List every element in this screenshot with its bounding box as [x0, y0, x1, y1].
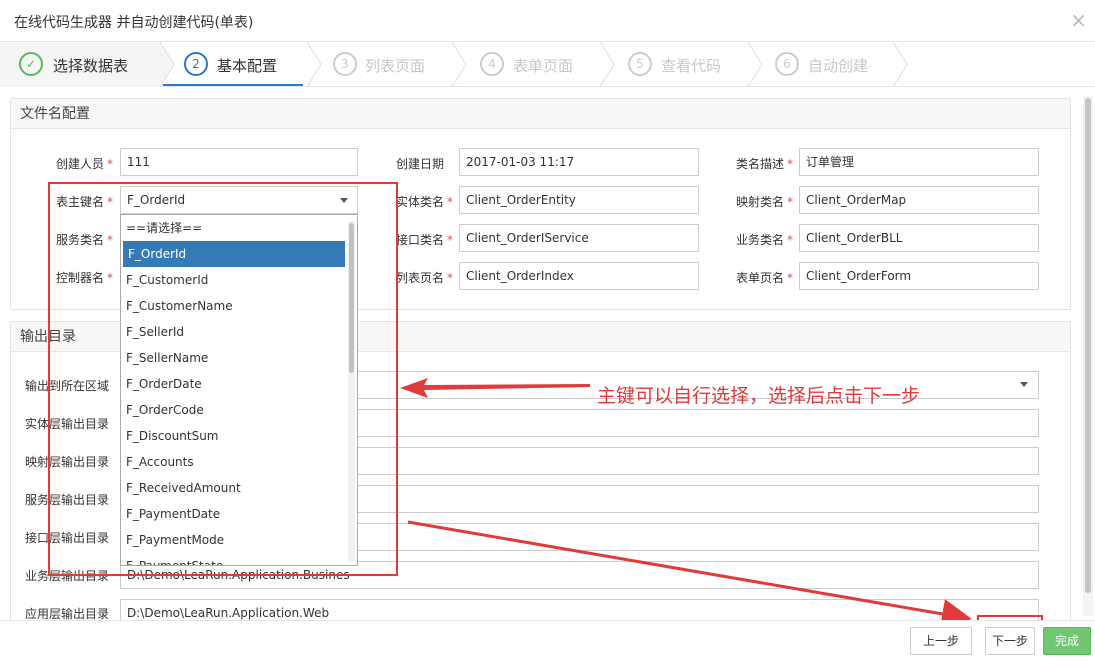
step-label: 选择数据表: [53, 57, 129, 75]
step-select-table[interactable]: ✓ 选择数据表: [0, 42, 160, 87]
step-chevron-icon: [748, 42, 763, 87]
entity-class-label: 实体类名 *: [396, 195, 454, 209]
annotation-text: 主键可以自行选择，选择后点击下一步: [597, 385, 921, 407]
panel-header: 文件名配置: [11, 99, 1070, 129]
class-desc-input[interactable]: 订单管理: [799, 148, 1039, 176]
prev-button[interactable]: 上一步: [910, 627, 972, 655]
check-icon: ✓: [19, 52, 43, 76]
create-date-input[interactable]: 2017-01-03 11:17: [459, 148, 699, 176]
step-list-page[interactable]: 3 列表页面: [328, 42, 458, 87]
form-page-input[interactable]: Client_OrderForm: [799, 262, 1039, 290]
page-scroll-thumb[interactable]: [1085, 98, 1091, 593]
step-form-page[interactable]: 4 表单页面: [475, 42, 605, 87]
step-chevron-icon: [160, 42, 175, 87]
class-desc-label: 类名描述 *: [736, 157, 794, 171]
step-chevron-icon: [452, 42, 467, 87]
creator-label: 创建人员 *: [56, 157, 114, 171]
step-number: 4: [480, 52, 504, 76]
close-icon[interactable]: ×: [1070, 8, 1087, 32]
step-number: 3: [333, 52, 357, 76]
step-view-code[interactable]: 5 查看代码: [623, 42, 753, 87]
list-page-input[interactable]: Client_OrderIndex: [459, 262, 699, 290]
step-chevron-icon: [893, 42, 908, 87]
business-class-input[interactable]: Client_OrderBLL: [799, 224, 1039, 252]
step-number: 6: [775, 52, 799, 76]
step-label: 自动创建: [808, 57, 869, 75]
active-step-indicator: [163, 84, 303, 86]
dialog-titlebar: 在线代码生成器 并自动创建代码(单表) ×: [0, 0, 1095, 42]
entity-class-input[interactable]: Client_OrderEntity: [459, 186, 699, 214]
step-auto-create[interactable]: 6 自动创建: [770, 42, 900, 87]
interface-class-label: 接口类名 *: [396, 233, 454, 247]
creator-input[interactable]: 111: [120, 148, 358, 176]
chevron-down-icon: [1020, 382, 1028, 387]
interface-class-input[interactable]: Client_OrderIService: [459, 224, 699, 252]
map-class-input[interactable]: Client_OrderMap: [799, 186, 1039, 214]
step-label: 基本配置: [217, 57, 278, 75]
dialog-title: 在线代码生成器 并自动创建代码(单表): [14, 15, 254, 31]
create-date-label: 创建日期: [396, 157, 445, 171]
step-number: 2: [184, 52, 208, 76]
map-class-label: 映射类名 *: [736, 195, 794, 209]
page-scrollbar[interactable]: [1083, 96, 1093, 616]
highlight-box-primary-key: [48, 182, 398, 576]
step-label: 列表页面: [365, 57, 426, 75]
wizard-steps: ✓ 选择数据表 2 基本配置 3 列表页面 4 表单页面 5 查看代码 6 自动…: [0, 42, 1095, 87]
next-button[interactable]: 下一步: [985, 627, 1035, 655]
step-chevron-icon: [600, 42, 615, 87]
step-number: 5: [628, 52, 652, 76]
form-page-label: 表单页名 *: [736, 271, 794, 285]
step-chevron-icon: [307, 42, 322, 87]
list-page-label: 列表页名 *: [396, 271, 454, 285]
business-class-label: 业务类名 *: [736, 233, 794, 247]
step-label: 表单页面: [513, 57, 574, 75]
step-basic-config[interactable]: 2 基本配置: [178, 42, 308, 87]
step-label: 查看代码: [661, 57, 722, 75]
finish-button[interactable]: 完成: [1043, 627, 1091, 655]
